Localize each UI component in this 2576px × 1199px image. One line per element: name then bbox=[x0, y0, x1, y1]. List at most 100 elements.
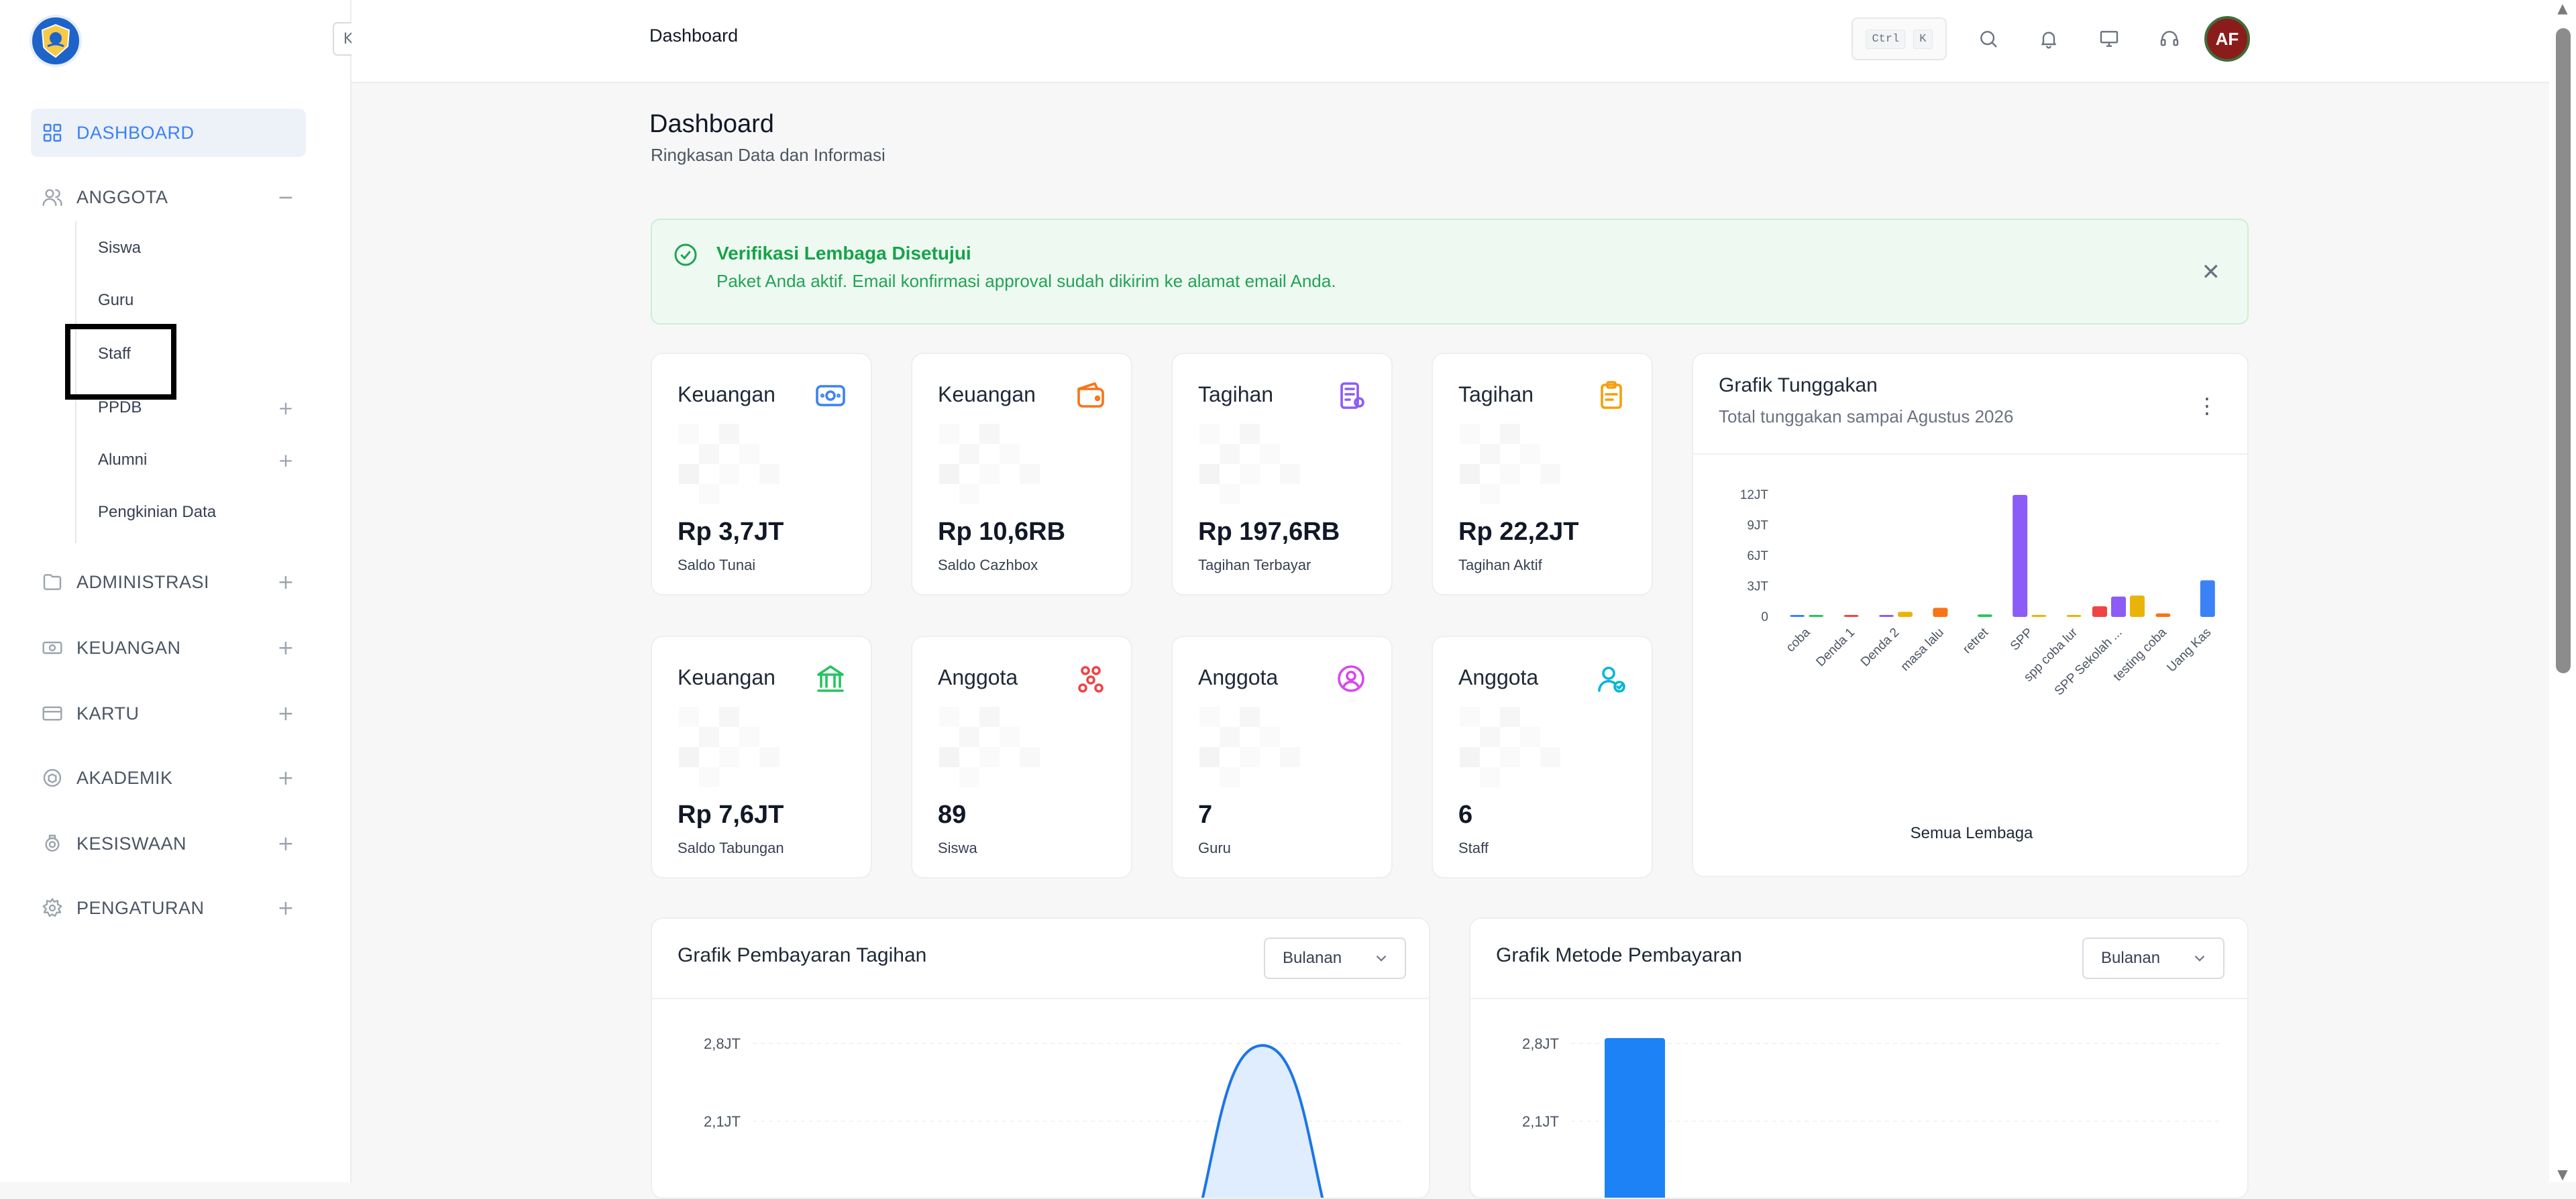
search-icon[interactable] bbox=[1974, 24, 2003, 54]
tunggakan-title: Grafik Tunggakan bbox=[1719, 374, 1878, 396]
bar-coba-series-1[interactable] bbox=[1809, 615, 1824, 617]
sidebar-item-akademik[interactable]: AKADEMIK + bbox=[31, 754, 306, 802]
sidebar-subitem-alumni[interactable]: Alumni + bbox=[85, 443, 306, 477]
expand-icon[interactable]: + bbox=[272, 397, 299, 419]
sidebar-item-kartu[interactable]: KARTU + bbox=[31, 689, 306, 738]
bar-denda-2-series-3[interactable] bbox=[1879, 615, 1894, 617]
grid-icon bbox=[40, 121, 64, 145]
pembayaran-period-select[interactable]: Bulanan bbox=[1264, 937, 1406, 979]
expand-icon[interactable]: + bbox=[272, 449, 299, 471]
expand-icon[interactable]: + bbox=[272, 897, 299, 920]
card-title: Anggota bbox=[1198, 665, 1279, 689]
scroll-down-arrow-icon[interactable]: ▼ bbox=[2555, 1167, 2571, 1181]
collapse-icon[interactable]: − bbox=[272, 186, 299, 209]
card-title: Keuangan bbox=[678, 665, 775, 689]
clipboard-icon bbox=[1594, 378, 1629, 413]
bar-denda-2-series-4[interactable] bbox=[1898, 612, 1913, 617]
sidebar-item-label: PENGATURAN bbox=[76, 897, 205, 918]
bar-spp-sekolah--series-2[interactable] bbox=[2092, 606, 2107, 617]
stat-card-guru[interactable]: Anggota 7 Guru bbox=[1171, 636, 1393, 878]
bar-spp-coba-lur-series-4[interactable] bbox=[2066, 615, 2082, 617]
metode-title: Grafik Metode Pembayaran bbox=[1496, 944, 1742, 966]
stat-card-tagihan-terbayar[interactable]: Tagihan Rp 197,6RB Tagihan Terbayar bbox=[1171, 353, 1393, 595]
expand-icon[interactable]: + bbox=[272, 636, 299, 660]
bar-masa-lalu-series-5[interactable] bbox=[1933, 608, 1948, 617]
card-background-pattern bbox=[939, 707, 1040, 787]
card-background-pattern bbox=[1460, 707, 1560, 787]
sidebar-subitem-guru[interactable]: Guru bbox=[85, 283, 306, 318]
page-scrollbar[interactable]: ▲ ▼ bbox=[2549, 0, 2576, 1182]
card-value: Rp 7,6JT bbox=[678, 801, 784, 829]
bar-uang-kas-series-0[interactable] bbox=[2200, 580, 2215, 617]
alert-title: Verifikasi Lembaga Disetujui bbox=[716, 243, 971, 264]
card-title: Keuangan bbox=[938, 382, 1036, 406]
page-subtitle: Ringkasan Data dan Informasi bbox=[651, 145, 885, 165]
sidebar-item-label: KEUANGAN bbox=[76, 637, 181, 658]
expand-icon[interactable]: + bbox=[272, 766, 299, 790]
card-title: Tagihan bbox=[1198, 382, 1274, 406]
expand-icon[interactable]: + bbox=[272, 571, 299, 594]
bar-spp-sekolah--series-3[interactable] bbox=[2111, 596, 2126, 617]
stat-card-tagihan-aktif[interactable]: Tagihan Rp 22,2JT Tagihan Aktif bbox=[1432, 353, 1653, 595]
pembayaran-tagihan-panel: Grafik Pembayaran Tagihan Bulanan 2,8JT 2… bbox=[651, 917, 1430, 1199]
command-palette-shortcut[interactable]: Ctrl K bbox=[1851, 17, 1947, 60]
scroll-thumb[interactable] bbox=[2556, 28, 2571, 673]
metode-period-select[interactable]: Bulanan bbox=[2082, 937, 2224, 979]
bar-spp-series-3[interactable] bbox=[2012, 495, 2028, 617]
card-background-pattern bbox=[1199, 424, 1300, 504]
book-icon bbox=[40, 766, 64, 790]
k-key-label: K bbox=[1913, 29, 1933, 49]
user-avatar[interactable]: AF bbox=[2204, 16, 2250, 62]
card-value: Rp 22,2JT bbox=[1458, 518, 1579, 546]
expand-icon[interactable]: + bbox=[272, 832, 299, 856]
support-headset-icon[interactable] bbox=[2155, 24, 2184, 54]
payment-method-bar[interactable] bbox=[1605, 1038, 1665, 1199]
tunggakan-panel-header: Grafik Tunggakan Total tunggakan sampai … bbox=[1693, 354, 2247, 455]
sidebar-subitem-label: PPDB bbox=[98, 398, 142, 416]
card-label: Guru bbox=[1198, 840, 1231, 856]
sidebar-subitem-siswa[interactable]: Siswa bbox=[85, 231, 306, 266]
monitor-icon[interactable] bbox=[2094, 24, 2124, 54]
bar-spp-series-4[interactable] bbox=[2031, 615, 2047, 617]
chevron-down-icon bbox=[2191, 950, 2208, 972]
close-icon[interactable]: ✕ bbox=[2202, 259, 2221, 286]
stat-card-saldo-tunai[interactable]: Keuangan Rp 3,7JT Saldo Tunai bbox=[651, 353, 872, 595]
stat-card-staff[interactable]: Anggota 6 Staff bbox=[1432, 636, 1653, 878]
page-title: Dashboard bbox=[649, 110, 774, 138]
wallet-icon bbox=[813, 378, 848, 413]
x-tick-label: Denda 2 bbox=[1858, 626, 1902, 670]
bank-icon bbox=[813, 661, 848, 696]
x-axis-label: Semua Lembaga bbox=[1911, 824, 2033, 842]
chevron-down-icon bbox=[1373, 950, 1390, 972]
sidebar-item-keuangan[interactable]: KEUANGAN + bbox=[31, 624, 306, 672]
sidebar-item-kesiswaan[interactable]: KESISWAAN + bbox=[31, 819, 306, 868]
x-tick-label: Denda 1 bbox=[1813, 626, 1858, 670]
bar-denda-1-series-2[interactable] bbox=[1843, 615, 1859, 617]
bar-coba-series-0[interactable] bbox=[1790, 615, 1805, 617]
bar-retret-series-1[interactable] bbox=[1977, 614, 1992, 617]
bar-testing-coba-series-5[interactable] bbox=[2155, 613, 2171, 617]
invoice-icon bbox=[1334, 378, 1368, 413]
card-label: Tagihan Terbayar bbox=[1198, 557, 1311, 573]
bell-icon[interactable] bbox=[2034, 24, 2063, 54]
stat-card-saldo-tabungan[interactable]: Keuangan Rp 7,6JT Saldo Tabungan bbox=[651, 636, 872, 878]
card-label: Saldo Cazhbox bbox=[938, 557, 1038, 573]
card-value: 89 bbox=[938, 801, 967, 829]
card-background-pattern bbox=[1199, 707, 1300, 787]
card-label: Saldo Tabungan bbox=[678, 840, 784, 856]
bar-spp-sekolah--series-4[interactable] bbox=[2130, 595, 2145, 617]
institution-logo[interactable] bbox=[30, 15, 82, 67]
sidebar-item-anggota[interactable]: ANGGOTA − bbox=[31, 173, 306, 221]
scroll-up-arrow-icon[interactable]: ▲ bbox=[2555, 1, 2571, 15]
sidebar-subitem-pengkinian-data[interactable]: Pengkinian Data bbox=[85, 495, 306, 530]
sidebar-item-pengaturan[interactable]: PENGATURAN + bbox=[31, 884, 306, 932]
card-label: Staff bbox=[1458, 840, 1489, 856]
more-options-icon[interactable]: ⋮ bbox=[2196, 393, 2218, 418]
expand-icon[interactable]: + bbox=[272, 702, 299, 726]
stat-card-siswa[interactable]: Anggota 89 Siswa bbox=[911, 636, 1132, 878]
y-tick-label: 12JT bbox=[1740, 488, 1769, 502]
stat-card-saldo-cazhbox[interactable]: Keuangan Rp 10,6RB Saldo Cazhbox bbox=[911, 353, 1132, 595]
sidebar-item-administrasi[interactable]: ADMINISTRASI + bbox=[31, 558, 306, 606]
sidebar-item-dashboard[interactable]: DASHBOARD bbox=[31, 109, 306, 157]
metode-pembayaran-panel: Grafik Metode Pembayaran Bulanan 2,8JT 2,… bbox=[1469, 917, 2249, 1199]
